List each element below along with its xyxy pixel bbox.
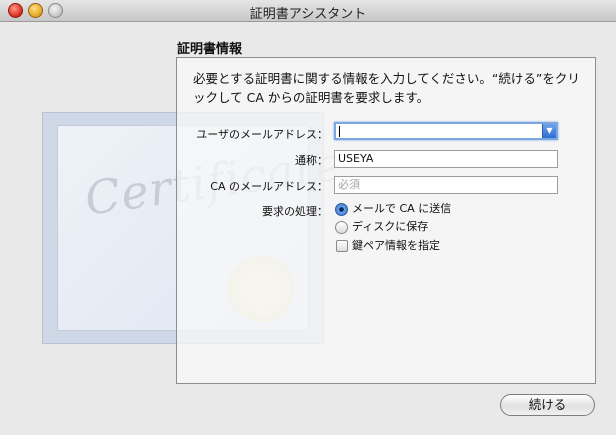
key-pair-checkbox-label[interactable]: 鍵ペア情報を指定 — [352, 238, 440, 254]
common-name-label: 通称： — [295, 154, 328, 167]
ca-email-placeholder: 必須 — [338, 178, 360, 191]
common-name-value: USEYA — [338, 152, 374, 165]
chevron-down-icon[interactable]: ▼ — [542, 124, 556, 138]
continue-button[interactable]: 続ける — [500, 394, 595, 416]
save-to-disk-radio[interactable] — [335, 221, 348, 234]
instructions-text: 必要とする証明書に関する情報を入力してください。“続ける”をクリックして CA … — [193, 71, 580, 105]
common-name-field[interactable]: USEYA — [334, 150, 558, 168]
request-handling-label: 要求の処理： — [262, 205, 328, 218]
save-to-disk-option-label[interactable]: ディスクに保存 — [352, 219, 428, 235]
certificate-assistant-window: 証明書アシスタント Certificate 証明書情報 必要とする証明書に関する… — [0, 0, 616, 435]
title-bar[interactable]: 証明書アシスタント — [0, 0, 616, 22]
key-pair-checkbox[interactable] — [336, 240, 348, 252]
send-email-radio[interactable] — [335, 203, 348, 216]
user-email-label: ユーザのメールアドレス： — [196, 128, 328, 141]
text-cursor — [339, 126, 340, 137]
section-title: 証明書情報 — [177, 42, 243, 57]
ca-email-label: CA のメールアドレス： — [210, 180, 328, 193]
user-email-combo[interactable]: ▼ — [334, 122, 558, 140]
send-email-option-label[interactable]: メールで CA に送信 — [352, 201, 451, 217]
window-title: 証明書アシスタント — [249, 7, 367, 22]
ca-email-field[interactable]: 必須 — [334, 176, 558, 194]
